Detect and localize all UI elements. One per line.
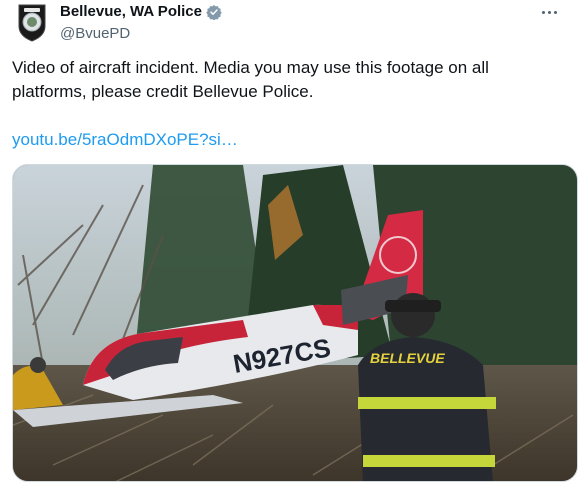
tweet-text: Video of aircraft incident. Media you ma…	[12, 58, 489, 101]
account-names: Bellevue, WA Police @BvuePD	[60, 2, 222, 44]
avatar[interactable]	[16, 2, 48, 42]
tweet-header: Bellevue, WA Police @BvuePD	[12, 2, 568, 46]
display-name[interactable]: Bellevue, WA Police	[60, 2, 202, 22]
police-badge-icon	[18, 4, 46, 42]
tweet-link[interactable]: youtu.be/5raOdmDXoPE?si…	[12, 128, 238, 152]
media-image[interactable]: N927CS BELLEVUE	[12, 164, 578, 482]
account-handle[interactable]: @BvuePD	[60, 24, 222, 44]
verified-badge-icon	[206, 4, 222, 21]
jacket-text: BELLEVUE	[370, 350, 445, 366]
more-options-icon[interactable]	[540, 4, 564, 24]
